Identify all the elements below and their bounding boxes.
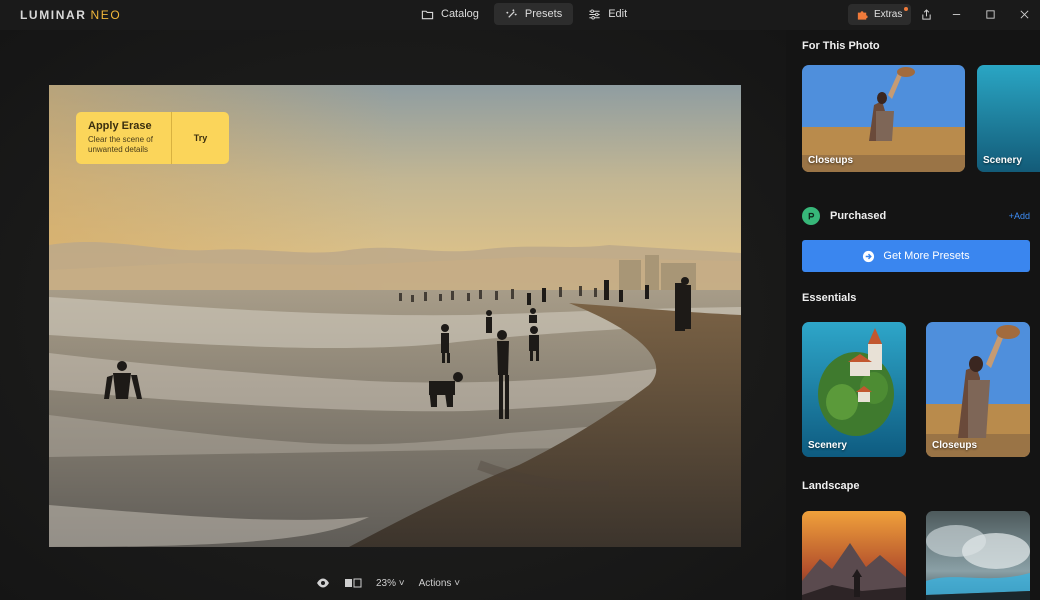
title-bar: LUMINAR NEO Catalog Presets Edit Extras [0,0,1040,30]
notification-dot [904,7,909,11]
essentials-tile-closeups[interactable]: Closeups [926,322,1030,457]
app-logo: LUMINAR NEO [20,8,121,22]
close-icon [1020,10,1028,18]
actions-menu[interactable]: Actions ˅ [419,578,460,589]
essentials-title: Essentials [802,292,857,304]
purchased-row: Purchased +Add [802,207,1030,225]
folder-icon [421,10,434,19]
extras-button[interactable]: Extras [848,4,912,25]
tab-catalog[interactable]: Catalog [410,3,490,25]
storm-thumbnail [926,511,1030,600]
logo-main: LUMINAR [20,8,87,22]
purchased-icon [802,207,820,225]
get-more-label: Get More Presets [883,250,970,262]
sliders-icon [589,8,600,20]
essentials-tile-scenery[interactable]: Scenery [802,322,906,457]
actions-label: Actions [418,577,452,589]
tab-presets[interactable]: Presets [493,3,574,25]
tab-catalog-label: Catalog [441,8,479,20]
arrow-circle-icon [863,250,875,262]
tile-label: Scenery [983,155,1022,166]
tab-presets-label: Presets [524,8,563,20]
erase-title: Apply Erase [88,120,152,132]
purchased-label: Purchased [830,210,887,222]
mountain-thumbnail [802,511,906,600]
maximize-icon [985,9,995,19]
logo-accent: NEO [90,8,122,22]
share-icon [921,8,931,20]
apply-erase-card: Apply Erase Clear the scene of unwanted … [76,112,229,164]
landscape-title: Landscape [802,480,860,492]
preset-tile-scenery[interactable]: Scenery [977,65,1040,172]
tile-label: Scenery [808,440,847,451]
bottom-toolbar: 23% ˅ Actions ˅ [316,573,460,593]
sparkle-icon [506,8,517,18]
eye-icon[interactable] [316,576,330,590]
add-presets-link[interactable]: +Add [1009,211,1030,221]
tile-label: Closeups [808,155,854,166]
tile-label: Closeups [932,440,978,451]
preset-tile-closeups[interactable]: Closeups [802,65,965,172]
get-more-presets-button[interactable]: Get More Presets [802,240,1030,272]
landscape-tile-mountains[interactable] [802,511,906,600]
close-button[interactable] [1014,5,1034,23]
chevron-down-icon: ˅ [396,577,405,589]
erase-description: Clear the scene of unwanted details [88,135,153,154]
tab-edit[interactable]: Edit [577,3,638,25]
minimize-button[interactable] [946,5,966,23]
erase-text-block: Apply Erase Clear the scene of unwanted … [76,112,172,164]
extras-label: Extras [874,9,903,20]
maximize-button[interactable] [980,5,1000,23]
mode-tabs: Catalog Presets Edit [410,3,638,27]
zoom-value: 23% [376,577,397,589]
zoom-control[interactable]: 23% ˅ [376,578,405,589]
share-button[interactable] [916,5,936,23]
closeups-thumbnail [926,322,1030,457]
tab-edit-label: Edit [608,8,628,20]
for-this-photo-title: For This Photo [802,40,880,52]
landscape-tile-storm[interactable] [926,511,1030,600]
try-erase-button[interactable]: Try [172,112,229,164]
compare-icon[interactable] [344,576,362,590]
presets-panel: For This Photo Closeups Scenery Purchase… [786,30,1040,600]
minimize-icon [952,13,960,15]
puzzle-icon [857,11,868,20]
island-thumbnail [802,322,906,457]
chevron-down-icon: ˅ [451,577,461,589]
